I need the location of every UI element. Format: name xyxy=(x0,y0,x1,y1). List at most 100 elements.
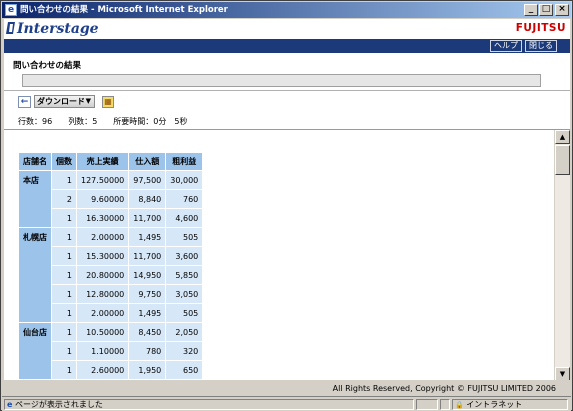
page-footer: All Rights Reserved, Copyright © FUJITSU… xyxy=(4,381,570,395)
table-cell: 30,000 xyxy=(165,170,204,190)
table-cell: 10.50000 xyxy=(75,322,130,342)
column-header: 仕入額 xyxy=(128,152,167,171)
window-title-bar: e 問い合わせの結果 - Microsoft Internet Explorer… xyxy=(2,2,571,18)
cols-value: 5 xyxy=(92,117,98,126)
minimize-button[interactable]: _ xyxy=(524,4,538,16)
fujitsu-logo: FUJITSU xyxy=(515,22,566,34)
table-cell: 1 xyxy=(51,208,77,228)
store-name-cell: 仙台店 xyxy=(18,322,52,380)
column-header: 店舗名 xyxy=(18,152,52,171)
help-button[interactable]: ヘルプ xyxy=(490,40,522,52)
browser-window: e 問い合わせの結果 - Microsoft Internet Explorer… xyxy=(0,0,573,411)
table-cell: 1,495 xyxy=(128,303,167,323)
column-header: 個数 xyxy=(51,152,77,171)
table-cell: 1 xyxy=(51,227,77,247)
status-panel xyxy=(416,399,438,410)
scroll-up-icon[interactable]: ▲ xyxy=(555,130,570,144)
store-name-cell: 本店 xyxy=(18,170,52,228)
vertical-scrollbar[interactable]: ▲ ▼ xyxy=(554,130,570,380)
lock-icon: 🔒 xyxy=(455,401,464,409)
copyright: All Rights Reserved, Copyright © FUJITSU… xyxy=(332,384,556,393)
table-cell: 11,700 xyxy=(128,208,167,228)
table-cell: 1 xyxy=(51,303,77,323)
rows-value: 96 xyxy=(42,117,53,126)
table-cell: 505 xyxy=(165,227,204,247)
table-cell: 2.60000 xyxy=(75,360,130,380)
result-table: 店舗名 個数 売上実績 仕入額 粗利益 本店 1 127.50000 97,500 30… xyxy=(18,152,204,380)
table-cell: 9,750 xyxy=(128,284,167,304)
time-value: 0分 5秒 xyxy=(153,117,188,126)
table-cell: 20.80000 xyxy=(75,265,130,285)
interstage-mark-icon xyxy=(6,22,15,34)
table-cell: 760 xyxy=(165,189,204,209)
nav-bar: ヘルプ 閉じる xyxy=(4,39,570,53)
table-cell: 1 xyxy=(51,265,77,285)
column-header: 粗利益 xyxy=(165,152,204,171)
table-cell: 12.80000 xyxy=(75,284,130,304)
column-header: 売上実績 xyxy=(75,152,130,171)
status-text: ページが表示されました xyxy=(14,400,103,409)
cols-label: 列数： xyxy=(68,117,93,126)
status-panel xyxy=(440,399,450,410)
scroll-thumb[interactable] xyxy=(555,145,570,175)
download-label: ダウンロード xyxy=(37,97,85,106)
table-body: 本店 1 127.50000 97,500 30,000 2 9.60000 8,840 760… xyxy=(18,170,204,380)
table-cell: 97,500 xyxy=(128,170,167,190)
table-cell: 9.60000 xyxy=(75,189,130,209)
table-row: 本店 1 127.50000 97,500 30,000 xyxy=(18,170,204,228)
result-table-pane: 店舗名 個数 売上実績 仕入額 粗利益 本店 1 127.50000 97,500 30… xyxy=(4,129,570,380)
status-bar: e ページが表示されました 🔒 イントラネット xyxy=(2,396,571,411)
ie-icon: e xyxy=(5,4,17,16)
table-cell: 2.00000 xyxy=(75,227,130,247)
divider xyxy=(4,90,570,91)
page-icon: e xyxy=(7,400,13,409)
store-name-cell: 札幌店 xyxy=(18,227,52,323)
table-cell: 1 xyxy=(51,341,77,361)
table-cell: 127.50000 xyxy=(75,170,130,190)
table-header-row: 店舗名 個数 売上実績 仕入額 粗利益 xyxy=(18,152,204,171)
table-cell: 11,700 xyxy=(128,246,167,266)
zone-text: イントラネット xyxy=(466,400,523,409)
table-cell: 8,840 xyxy=(128,189,167,209)
table-cell: 1 xyxy=(51,170,77,190)
brand-name: Interstage xyxy=(17,21,99,37)
table-cell: 1.10000 xyxy=(75,341,130,361)
table-cell: 780 xyxy=(128,341,167,361)
table-cell: 505 xyxy=(165,303,204,323)
back-arrow-icon[interactable]: ← xyxy=(18,96,31,108)
table-row: 札幌店 1 2.00000 1,495 505 xyxy=(18,227,204,323)
table-cell: 320 xyxy=(165,341,204,361)
chevron-down-icon: ▼ xyxy=(85,97,91,105)
status-message: e ページが表示されました xyxy=(4,399,414,410)
table-cell: 650 xyxy=(165,360,204,380)
table-cell: 1 xyxy=(51,284,77,304)
table-cell: 1,495 xyxy=(128,227,167,247)
window-title: 問い合わせの結果 - Microsoft Internet Explorer xyxy=(20,5,228,15)
table-row: 仙台店 1 10.50000 8,450 2,050 xyxy=(18,322,204,380)
close-page-button[interactable]: 閉じる xyxy=(525,40,557,52)
zone-panel: 🔒 イントラネット xyxy=(452,399,568,410)
table-cell: 1 xyxy=(51,246,77,266)
table-cell: 2.00000 xyxy=(75,303,130,323)
interstage-logo: Interstage xyxy=(6,20,99,38)
logo-bar: Interstage FUJITSU xyxy=(4,19,570,39)
table-cell: 15.30000 xyxy=(75,246,130,266)
table-cell: 2,050 xyxy=(165,322,204,342)
time-label: 所要時間： xyxy=(113,117,154,126)
table-cell: 1 xyxy=(51,360,77,380)
table-cell: 8,450 xyxy=(128,322,167,342)
scroll-down-icon[interactable]: ▼ xyxy=(555,367,570,380)
table-cell: 14,950 xyxy=(128,265,167,285)
page-content: Interstage FUJITSU ヘルプ 閉じる 問い合わせの結果 ← ダウ… xyxy=(4,19,570,380)
page-title: 問い合わせの結果 xyxy=(13,61,82,71)
table-cell: 1 xyxy=(51,322,77,342)
result-stats: 行数：96 列数：5 所要時間：0分 5秒 xyxy=(18,116,187,127)
export-file-icon[interactable]: ▦ xyxy=(102,96,114,108)
close-button[interactable]: × xyxy=(555,4,569,16)
table-cell: 4,600 xyxy=(165,208,204,228)
table-cell: 2 xyxy=(51,189,77,209)
download-dropdown[interactable]: ダウンロード ▼ xyxy=(34,95,95,108)
maximize-button[interactable]: □ xyxy=(539,4,553,16)
rows-label: 行数： xyxy=(18,117,42,126)
table-cell: 3,050 xyxy=(165,284,204,304)
